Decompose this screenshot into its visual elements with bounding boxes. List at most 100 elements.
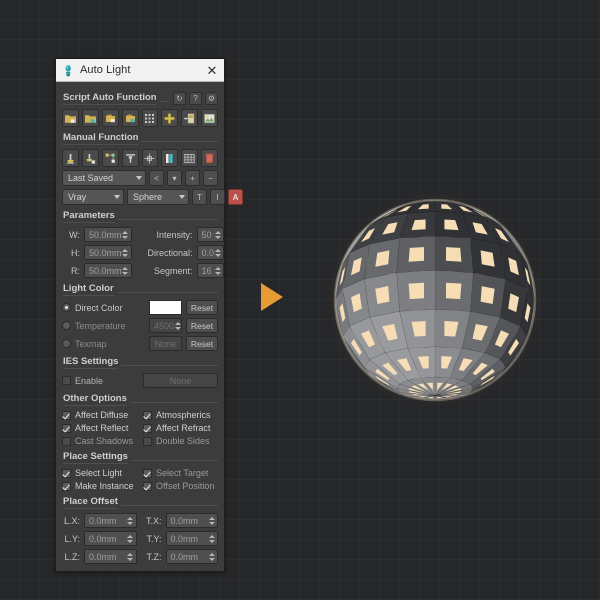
radius-input[interactable]: 50.0mm <box>84 263 132 278</box>
settings-button[interactable]: ⚙ <box>205 92 218 105</box>
intensity-stepper[interactable] <box>214 229 221 240</box>
renderer-dropdown[interactable]: Vray <box>62 189 124 205</box>
align-top-icon-button[interactable] <box>122 149 139 167</box>
affect-refract-checkbox[interactable]: Affect Refract <box>143 423 218 433</box>
height-stepper[interactable] <box>122 247 129 258</box>
affect-reflect-checkbox[interactable]: Affect Reflect <box>62 423 137 433</box>
link-nodes-icon-button[interactable] <box>102 149 119 167</box>
target-mode-button[interactable]: T <box>192 189 207 205</box>
width-input[interactable]: 50.0mm <box>84 227 132 242</box>
checkbox-box <box>62 482 71 491</box>
light-color-header: Light Color <box>63 283 218 296</box>
offset-tx-input[interactable]: 0.0mm <box>166 513 219 528</box>
offset-lx-stepper[interactable] <box>127 515 134 526</box>
width-stepper[interactable] <box>122 229 129 240</box>
save-preset-cyan-button[interactable] <box>122 109 139 127</box>
select-target-checkbox[interactable]: Select Target <box>143 468 218 478</box>
offset-tz-input[interactable]: 0.0mm <box>166 549 219 564</box>
intensity-input[interactable]: 50 <box>197 227 225 242</box>
close-icon[interactable]: ✕ <box>205 63 219 77</box>
offset-lx-input[interactable]: 0.0mm <box>84 513 137 528</box>
directional-input[interactable]: 0.0 <box>197 245 225 260</box>
texmap-picker-button[interactable]: None <box>149 336 182 351</box>
affect-diffuse-checkbox[interactable]: Affect Diffuse <box>62 410 137 420</box>
offset-ly-input[interactable]: 0.0mm <box>84 531 137 546</box>
segment-label: Segment: <box>139 266 193 276</box>
preset-add-button[interactable]: + <box>185 170 200 186</box>
load-preset-yellow-button[interactable] <box>62 109 79 127</box>
renderer-row: Vray Sphere T I A <box>62 189 218 205</box>
offset-position-checkbox[interactable]: Offset Position <box>143 481 218 491</box>
texmap-option[interactable] <box>62 339 71 348</box>
sphere-light-cell <box>481 250 495 266</box>
temperature-reset-button[interactable]: Reset <box>186 318 218 333</box>
offset-tx-stepper[interactable] <box>208 515 215 526</box>
direct-color-option[interactable] <box>62 303 71 312</box>
sphere-light-cell <box>481 286 495 304</box>
offset-lz-stepper[interactable] <box>127 551 134 562</box>
heading-rule <box>117 292 218 293</box>
save-preset-yellow-button[interactable] <box>102 109 119 127</box>
sphere-light-cell <box>446 283 461 299</box>
grid-table-icon-button[interactable] <box>181 149 198 167</box>
checkbox-box <box>62 411 71 420</box>
checkbox-box <box>62 469 71 478</box>
help-button[interactable]: ? <box>189 92 202 105</box>
temperature-stepper[interactable] <box>174 320 181 331</box>
shape-dropdown[interactable]: Sphere <box>127 189 189 205</box>
script-auto-function-header: Script Auto Function ↻ ? ⚙ <box>63 92 218 105</box>
plus-icon-button[interactable] <box>161 109 178 127</box>
image-icon-button[interactable] <box>201 109 218 127</box>
height-input[interactable]: 50.0mm <box>84 245 132 260</box>
double-sides-checkbox[interactable]: Double Sides <box>143 436 218 446</box>
split-bars-icon-button[interactable] <box>161 149 178 167</box>
directional-stepper[interactable] <box>214 247 221 258</box>
width-field: W: 50.0mm <box>62 227 132 242</box>
preset-menu-button[interactable]: ▾ <box>167 170 182 186</box>
preset-remove-button[interactable]: − <box>203 170 218 186</box>
atmospherics-checkbox[interactable]: Atmospherics <box>143 410 218 420</box>
ies-enable-checkbox[interactable] <box>62 376 71 385</box>
offset-lz-input[interactable]: 0.0mm <box>84 549 137 564</box>
delete-red-icon-button[interactable] <box>201 149 218 167</box>
heading-rule <box>121 365 218 366</box>
place-offset-grid: L.X: 0.0mm T.X: 0.0mm L.Y: <box>62 513 218 564</box>
temperature-value: 4500 <box>154 321 174 331</box>
ies-file-button[interactable]: None <box>143 373 218 388</box>
radius-stepper[interactable] <box>122 265 129 276</box>
cast-shadows-checkbox[interactable]: Cast Shadows <box>62 436 137 446</box>
light-stand-target-icon-button[interactable] <box>82 149 99 167</box>
directional-field: Directional: 0.0 <box>139 245 225 260</box>
offset-ly-stepper[interactable] <box>127 533 134 544</box>
make-instance-checkbox[interactable]: Make Instance <box>62 481 137 491</box>
parameters-header: Parameters <box>63 210 218 223</box>
offset-ty-input[interactable]: 0.0mm <box>166 531 219 546</box>
offset-position-label: Offset Position <box>156 481 214 491</box>
select-light-label: Select Light <box>75 468 122 478</box>
grid-dots-icon-button[interactable] <box>142 109 159 127</box>
preset-dropdown[interactable]: Last Saved <box>62 170 146 186</box>
direct-color-reset-button[interactable]: Reset <box>186 300 218 315</box>
segment-input[interactable]: 16 <box>197 263 225 278</box>
temperature-input[interactable]: 4500 <box>149 318 182 333</box>
segment-stepper[interactable] <box>214 265 221 276</box>
viewport: Auto Light ✕ Script Auto Function ↻ ? ⚙ <box>0 0 600 600</box>
minus-panel-icon-button[interactable] <box>181 109 198 127</box>
offset-ty-field: T.Y: 0.0mm <box>144 531 219 546</box>
load-preset-cyan-button[interactable] <box>82 109 99 127</box>
instance-mode-button[interactable]: I <box>210 189 225 205</box>
segment-value: 16 <box>202 266 215 276</box>
refresh-button[interactable]: ↻ <box>173 92 186 105</box>
preset-prev-button[interactable]: < <box>149 170 164 186</box>
cast-shadows-label: Cast Shadows <box>75 436 133 446</box>
animate-mode-button[interactable]: A <box>228 189 243 205</box>
offset-tz-stepper[interactable] <box>208 551 215 562</box>
light-stand-icon-button[interactable] <box>62 149 79 167</box>
manual-function-toolbar <box>62 149 218 167</box>
texmap-reset-button[interactable]: Reset <box>186 336 218 351</box>
select-light-checkbox[interactable]: Select Light <box>62 468 137 478</box>
direct-color-swatch[interactable] <box>149 300 182 315</box>
temperature-option[interactable] <box>62 321 71 330</box>
center-pivot-icon-button[interactable] <box>142 149 159 167</box>
offset-ty-stepper[interactable] <box>208 533 215 544</box>
